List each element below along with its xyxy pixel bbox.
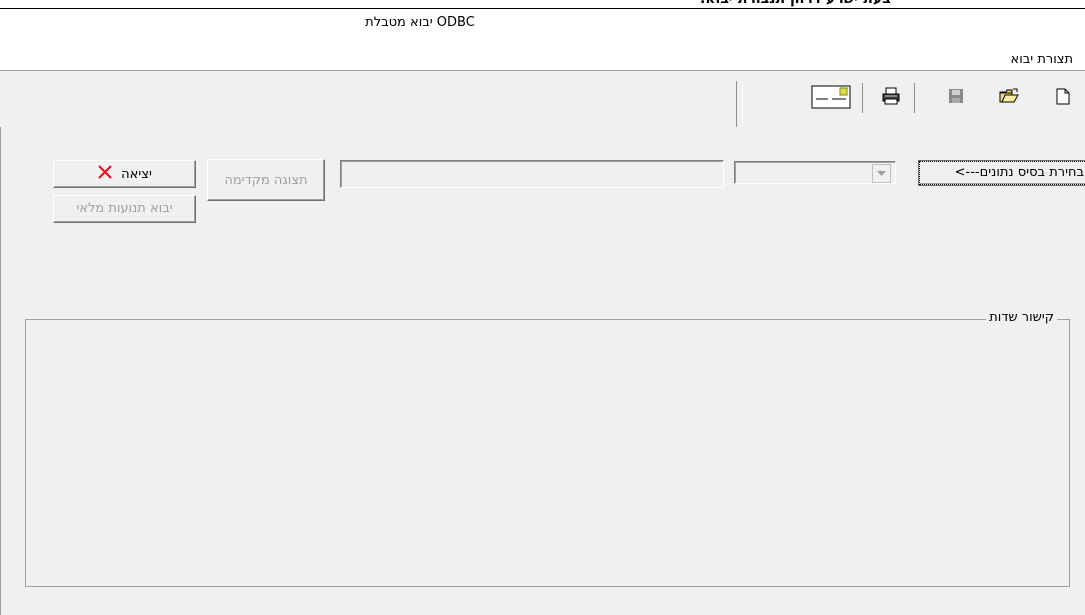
save-icon[interactable] (945, 85, 967, 107)
source-text-field[interactable] (340, 160, 724, 188)
open-folder-icon[interactable] (998, 85, 1020, 107)
exit-button-label: יציאה (121, 166, 152, 182)
window-title: יבוא מטבלת ODBC (365, 15, 475, 30)
close-icon (97, 164, 113, 184)
envelope-icon[interactable] (810, 84, 852, 110)
panel-left-edge (0, 127, 8, 615)
toolbar-separator (736, 81, 737, 127)
select-database-button[interactable]: בחירת בסיס נתונים---> (918, 160, 1085, 186)
chevron-down-icon[interactable] (872, 164, 891, 183)
title-area (0, 9, 1085, 70)
new-document-icon[interactable] (1052, 85, 1074, 107)
print-icon[interactable] (880, 85, 902, 107)
exit-button[interactable]: יציאה (53, 160, 196, 188)
toolbar-separator (914, 83, 915, 113)
menu-item-import-config[interactable]: תצורת יבוא (1011, 52, 1073, 67)
database-combo[interactable] (734, 161, 896, 184)
toolbar-separator (742, 81, 743, 127)
preview-button[interactable]: תצוגה מקדימה (207, 159, 325, 201)
toolbar (0, 70, 1085, 128)
import-inventory-button[interactable]: יבוא תנועות מלאי (53, 195, 196, 223)
toolbar-separator (862, 83, 863, 113)
field-mapping-group-label: קישור שדות (986, 310, 1057, 325)
field-mapping-group (25, 319, 1070, 587)
